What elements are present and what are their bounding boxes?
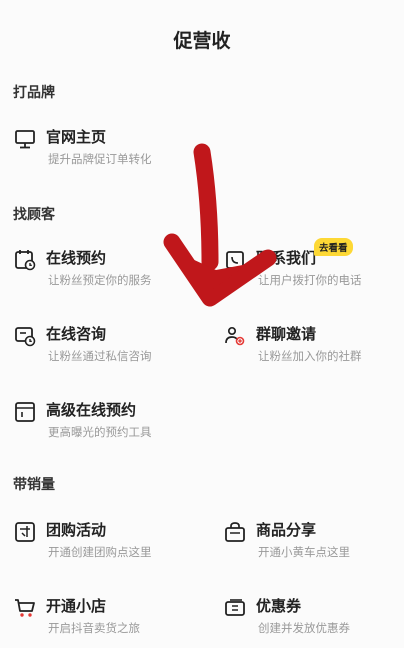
product-share-item[interactable]: 商品分享 开通小黄车点这里 <box>224 519 404 563</box>
group-buy-label: 团购活动 <box>46 521 107 539</box>
group-users-icon <box>225 326 245 346</box>
advanced-booking-item[interactable]: 高级在线预约 更高曝光的预约工具 <box>14 399 194 443</box>
website-homepage-item[interactable]: 官网主页 提升品牌促订单转化 <box>14 126 194 170</box>
advanced-booking-desc: 更高曝光的预约工具 <box>48 425 152 439</box>
coupon-item[interactable]: 优惠券 创建并发放优惠券 <box>224 595 404 639</box>
group-buy-desc: 开通创建团购点这里 <box>48 545 152 559</box>
page-title: 促营收 <box>173 30 231 52</box>
group-buy-icon <box>15 522 35 542</box>
coupon-desc: 创建并发放优惠券 <box>258 621 350 635</box>
online-booking-label: 在线预约 <box>46 249 107 267</box>
group-invite-item[interactable]: 群聊邀请 让粉丝加入你的社群 <box>224 323 404 367</box>
online-consult-label: 在线咨询 <box>46 325 107 343</box>
section-customers-heading: 找顾客 <box>13 207 55 223</box>
cart-icon <box>15 599 35 617</box>
go-see-badge[interactable]: 去看看 <box>314 238 353 256</box>
contact-us-label: 联系我们 <box>256 249 317 267</box>
group-invite-desc: 让粉丝加入你的社群 <box>258 349 362 363</box>
contact-us-desc: 让用户拨打你的电话 <box>258 273 362 287</box>
website-homepage-desc: 提升品牌促订单转化 <box>48 152 152 166</box>
phone-icon <box>226 251 244 269</box>
calendar-clock-icon <box>15 250 36 271</box>
section-sales-heading: 带销量 <box>13 477 55 493</box>
chat-clock-icon <box>15 327 36 347</box>
promote-revenue-page: 促营收 打品牌 官网主页 提升品牌促订单转化 找顾客 在线预约 让粉丝预定你的服… <box>0 0 404 648</box>
monitor-icon <box>15 130 35 149</box>
group-invite-label: 群聊邀请 <box>256 325 317 343</box>
product-share-label: 商品分享 <box>256 521 317 539</box>
online-booking-item[interactable]: 在线预约 让粉丝预定你的服务 <box>14 247 194 291</box>
online-consult-desc: 让粉丝通过私信咨询 <box>48 349 152 363</box>
coupon-icon <box>225 599 245 616</box>
product-share-desc: 开通小黄车点这里 <box>258 545 350 559</box>
open-shop-item[interactable]: 开通小店 开启抖音卖货之旅 <box>14 595 194 639</box>
advanced-booking-label: 高级在线预约 <box>46 401 137 419</box>
shopping-bag-icon <box>225 522 245 542</box>
open-shop-desc: 开启抖音卖货之旅 <box>48 621 140 635</box>
open-shop-label: 开通小店 <box>46 597 107 615</box>
website-homepage-label: 官网主页 <box>46 128 107 146</box>
coupon-label: 优惠券 <box>256 597 302 615</box>
section-brand-heading: 打品牌 <box>13 85 55 101</box>
online-consult-item[interactable]: 在线咨询 让粉丝通过私信咨询 <box>14 323 194 367</box>
group-buy-item[interactable]: 团购活动 开通创建团购点这里 <box>14 519 194 563</box>
online-booking-desc: 让粉丝预定你的服务 <box>48 273 152 287</box>
booking-panel-icon <box>15 402 35 422</box>
